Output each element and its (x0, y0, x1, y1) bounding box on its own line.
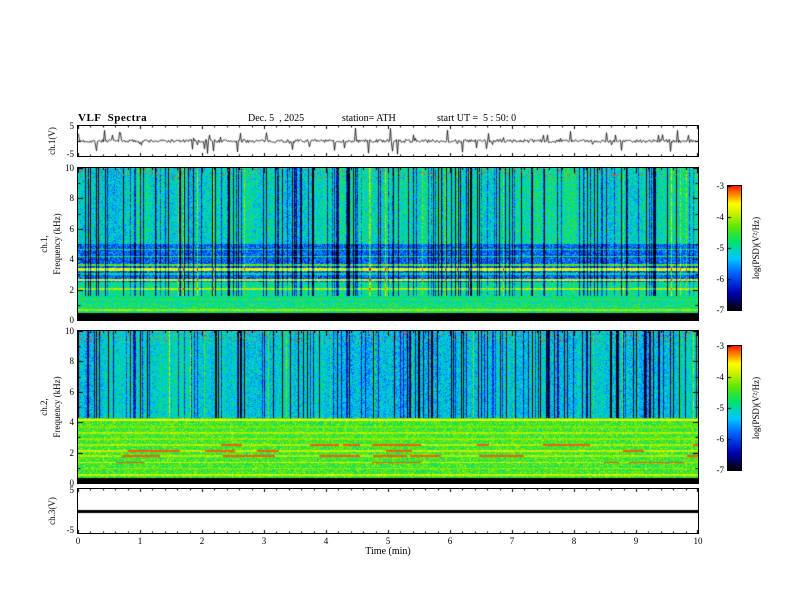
x-tick-label: 9 (633, 536, 639, 546)
spec1-y-tick-label: 8 (69, 193, 75, 204)
colorbar-2-tick-label: -6 (716, 434, 725, 444)
ch2-spectrogram (77, 330, 699, 484)
x-tick-label: 2 (199, 536, 205, 546)
colorbar-2-tick-label: -4 (716, 372, 725, 382)
spec1-y-tick-label: 0 (69, 315, 75, 325)
ch2-channel-label: ch.2, (39, 398, 49, 416)
colorbar-2-tick-label: -7 (716, 465, 725, 475)
ch3-waveform-plot (77, 488, 699, 534)
x-tick-label: 7 (509, 536, 515, 546)
x-tick-label: 10 (693, 536, 703, 546)
colorbar-1-label: log(PSD)(V²/Hz) (751, 216, 761, 280)
spec1-y-tick-label: 4 (69, 254, 75, 265)
x-tick-label: 3 (261, 536, 267, 546)
colorbar-2-tick-label: -5 (716, 403, 725, 413)
vlf-spectra-figure: VLF Spectra Dec. 5 , 2025 station= ATH s… (0, 0, 792, 612)
ch3-voltage-axis-label: ch.3(V) (47, 497, 57, 525)
ch1-waveform-plot (77, 125, 699, 157)
spec2-y-tick-label: 8 (69, 356, 75, 367)
colorbar-2-tick-label: -3 (716, 341, 725, 351)
x-tick-label: 5 (385, 536, 391, 546)
spec2-y-tick-label: 6 (69, 386, 75, 397)
time-axis-label: Time (min) (365, 546, 411, 557)
x-tick-label: 6 (447, 536, 453, 546)
ch1-wave-ymin-label: -5 (66, 149, 75, 159)
ch2-frequency-axis-label: Frequency (kHz) (52, 376, 62, 438)
header-date: Dec. 5 , 2025 (248, 113, 305, 124)
ch1-channel-label: ch.1, (39, 235, 49, 253)
colorbar-1-tick-label: -6 (716, 274, 725, 284)
spec2-y-tick-label: 2 (69, 447, 75, 458)
figure-title: VLF Spectra (78, 112, 148, 124)
spec1-y-tick-label: 6 (69, 223, 75, 234)
ch1-frequency-axis-label: Frequency (kHz) (52, 213, 62, 275)
spec1-y-tick-label: 10 (65, 163, 74, 173)
header-station: station= ATH (342, 113, 396, 124)
colorbar-1 (727, 185, 742, 311)
colorbar-1-tick-label: -7 (716, 305, 725, 315)
colorbar-1-tick-label: -5 (716, 243, 725, 253)
spec2-y-tick-label: 10 (65, 326, 74, 336)
ch3-wave-ymin-label: -5 (66, 525, 75, 535)
colorbar-1-tick-label: -3 (716, 181, 725, 191)
ch1-spectrogram (77, 167, 699, 321)
colorbar-2-label: log(PSD)(V²/Hz) (751, 376, 761, 440)
spec2-y-tick-label: 4 (69, 417, 75, 428)
x-tick-label: 8 (571, 536, 577, 546)
header-start-ut: start UT = 5 : 50: 0 (437, 113, 517, 124)
x-tick-label: 0 (75, 536, 81, 546)
colorbar-2 (727, 345, 742, 471)
x-tick-label: 1 (137, 536, 143, 546)
spec1-y-tick-label: 2 (69, 284, 75, 295)
x-tick-label: 4 (323, 536, 329, 546)
spec2-y-tick-label: 0 (69, 478, 75, 488)
colorbar-1-tick-label: -4 (716, 212, 725, 222)
ch1-wave-ymax-label: 5 (69, 121, 75, 131)
